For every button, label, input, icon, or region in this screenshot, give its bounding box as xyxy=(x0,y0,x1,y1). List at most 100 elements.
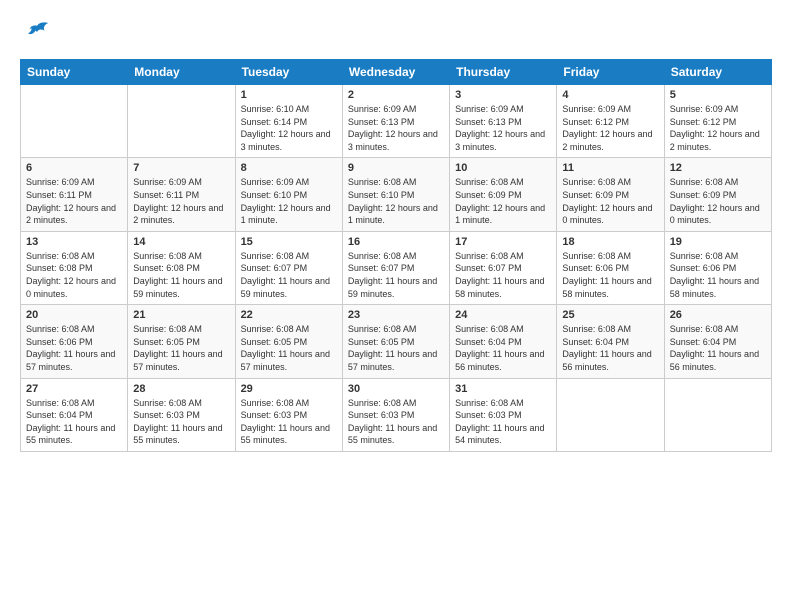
day-info: Sunrise: 6:08 AM Sunset: 6:03 PM Dayligh… xyxy=(133,397,229,447)
day-number: 9 xyxy=(348,162,444,174)
day-info: Sunrise: 6:08 AM Sunset: 6:07 PM Dayligh… xyxy=(348,250,444,300)
calendar-cell: 6 Sunrise: 6:09 AM Sunset: 6:11 PM Daylig… xyxy=(21,158,128,231)
day-info: Sunrise: 6:08 AM Sunset: 6:06 PM Dayligh… xyxy=(562,250,658,300)
page-header xyxy=(20,20,772,49)
day-info: Sunrise: 6:09 AM Sunset: 6:12 PM Dayligh… xyxy=(670,103,766,153)
day-info: Sunrise: 6:08 AM Sunset: 6:03 PM Dayligh… xyxy=(241,397,337,447)
day-info: Sunrise: 6:08 AM Sunset: 6:07 PM Dayligh… xyxy=(241,250,337,300)
day-number: 6 xyxy=(26,162,122,174)
calendar-cell: 5 Sunrise: 6:09 AM Sunset: 6:12 PM Daylig… xyxy=(664,85,771,158)
day-number: 25 xyxy=(562,309,658,321)
day-info: Sunrise: 6:08 AM Sunset: 6:08 PM Dayligh… xyxy=(133,250,229,300)
day-number: 30 xyxy=(348,383,444,395)
calendar-cell: 9 Sunrise: 6:08 AM Sunset: 6:10 PM Daylig… xyxy=(342,158,449,231)
calendar-cell: 13 Sunrise: 6:08 AM Sunset: 6:08 PM Dayli… xyxy=(21,231,128,304)
day-info: Sunrise: 6:09 AM Sunset: 6:13 PM Dayligh… xyxy=(455,103,551,153)
day-number: 19 xyxy=(670,236,766,248)
calendar-header-row: SundayMondayTuesdayWednesdayThursdayFrid… xyxy=(21,60,772,85)
calendar-cell: 24 Sunrise: 6:08 AM Sunset: 6:04 PM Dayli… xyxy=(450,305,557,378)
day-number: 23 xyxy=(348,309,444,321)
day-info: Sunrise: 6:08 AM Sunset: 6:06 PM Dayligh… xyxy=(26,323,122,373)
calendar-cell: 30 Sunrise: 6:08 AM Sunset: 6:03 PM Dayli… xyxy=(342,378,449,451)
calendar-cell: 20 Sunrise: 6:08 AM Sunset: 6:06 PM Dayli… xyxy=(21,305,128,378)
day-number: 26 xyxy=(670,309,766,321)
calendar-cell: 27Sunrise: 6:08 AM Sunset: 6:04 PM Dayli… xyxy=(21,378,128,451)
calendar-cell: 23Sunrise: 6:08 AM Sunset: 6:05 PM Dayli… xyxy=(342,305,449,378)
day-number: 21 xyxy=(133,309,229,321)
calendar-week-row: 27Sunrise: 6:08 AM Sunset: 6:04 PM Dayli… xyxy=(21,378,772,451)
day-header-monday: Monday xyxy=(128,60,235,85)
day-info: Sunrise: 6:08 AM Sunset: 6:04 PM Dayligh… xyxy=(455,323,551,373)
day-info: Sunrise: 6:09 AM Sunset: 6:11 PM Dayligh… xyxy=(26,176,122,226)
day-info: Sunrise: 6:08 AM Sunset: 6:04 PM Dayligh… xyxy=(670,323,766,373)
day-info: Sunrise: 6:08 AM Sunset: 6:04 PM Dayligh… xyxy=(562,323,658,373)
day-header-saturday: Saturday xyxy=(664,60,771,85)
calendar-cell: 29 Sunrise: 6:08 AM Sunset: 6:03 PM Dayli… xyxy=(235,378,342,451)
calendar-cell: 7Sunrise: 6:09 AM Sunset: 6:11 PM Daylig… xyxy=(128,158,235,231)
day-number: 13 xyxy=(26,236,122,248)
day-number: 12 xyxy=(670,162,766,174)
day-info: Sunrise: 6:09 AM Sunset: 6:12 PM Dayligh… xyxy=(562,103,658,153)
calendar-week-row: 13 Sunrise: 6:08 AM Sunset: 6:08 PM Dayli… xyxy=(21,231,772,304)
calendar-cell: 15 Sunrise: 6:08 AM Sunset: 6:07 PM Dayli… xyxy=(235,231,342,304)
calendar-cell: 8 Sunrise: 6:09 AM Sunset: 6:10 PM Daylig… xyxy=(235,158,342,231)
day-info: Sunrise: 6:09 AM Sunset: 6:11 PM Dayligh… xyxy=(133,176,229,226)
calendar-cell: 18 Sunrise: 6:08 AM Sunset: 6:06 PM Dayli… xyxy=(557,231,664,304)
day-header-friday: Friday xyxy=(557,60,664,85)
calendar-week-row: 6 Sunrise: 6:09 AM Sunset: 6:11 PM Daylig… xyxy=(21,158,772,231)
day-info: Sunrise: 6:08 AM Sunset: 6:10 PM Dayligh… xyxy=(348,176,444,226)
day-number: 8 xyxy=(241,162,337,174)
calendar-cell xyxy=(21,85,128,158)
day-info: Sunrise: 6:08 AM Sunset: 6:03 PM Dayligh… xyxy=(455,397,551,447)
day-info: Sunrise: 6:09 AM Sunset: 6:10 PM Dayligh… xyxy=(241,176,337,226)
day-header-thursday: Thursday xyxy=(450,60,557,85)
day-number: 11 xyxy=(562,162,658,174)
day-number: 28 xyxy=(133,383,229,395)
day-number: 5 xyxy=(670,89,766,101)
calendar-cell: 19Sunrise: 6:08 AM Sunset: 6:06 PM Dayli… xyxy=(664,231,771,304)
day-info: Sunrise: 6:08 AM Sunset: 6:04 PM Dayligh… xyxy=(26,397,122,447)
day-number: 1 xyxy=(241,89,337,101)
calendar-cell: 2Sunrise: 6:09 AM Sunset: 6:13 PM Daylig… xyxy=(342,85,449,158)
day-number: 20 xyxy=(26,309,122,321)
day-number: 29 xyxy=(241,383,337,395)
day-info: Sunrise: 6:08 AM Sunset: 6:03 PM Dayligh… xyxy=(348,397,444,447)
calendar-table: SundayMondayTuesdayWednesdayThursdayFrid… xyxy=(20,59,772,452)
day-number: 16 xyxy=(348,236,444,248)
calendar-cell xyxy=(664,378,771,451)
calendar-cell: 22Sunrise: 6:08 AM Sunset: 6:05 PM Dayli… xyxy=(235,305,342,378)
calendar-cell: 21Sunrise: 6:08 AM Sunset: 6:05 PM Dayli… xyxy=(128,305,235,378)
day-number: 10 xyxy=(455,162,551,174)
calendar-cell: 10 Sunrise: 6:08 AM Sunset: 6:09 PM Dayli… xyxy=(450,158,557,231)
calendar-cell: 26 Sunrise: 6:08 AM Sunset: 6:04 PM Dayli… xyxy=(664,305,771,378)
calendar-cell: 28 Sunrise: 6:08 AM Sunset: 6:03 PM Dayli… xyxy=(128,378,235,451)
calendar-cell: 3 Sunrise: 6:09 AM Sunset: 6:13 PM Daylig… xyxy=(450,85,557,158)
day-info: Sunrise: 6:08 AM Sunset: 6:09 PM Dayligh… xyxy=(455,176,551,226)
calendar-cell: 25 Sunrise: 6:08 AM Sunset: 6:04 PM Dayli… xyxy=(557,305,664,378)
day-number: 4 xyxy=(562,89,658,101)
day-number: 17 xyxy=(455,236,551,248)
logo xyxy=(20,20,52,49)
calendar-cell: 11 Sunrise: 6:08 AM Sunset: 6:09 PM Dayli… xyxy=(557,158,664,231)
calendar-week-row: 20 Sunrise: 6:08 AM Sunset: 6:06 PM Dayli… xyxy=(21,305,772,378)
day-number: 22 xyxy=(241,309,337,321)
calendar-cell xyxy=(128,85,235,158)
day-info: Sunrise: 6:08 AM Sunset: 6:08 PM Dayligh… xyxy=(26,250,122,300)
day-info: Sunrise: 6:08 AM Sunset: 6:07 PM Dayligh… xyxy=(455,250,551,300)
day-number: 3 xyxy=(455,89,551,101)
calendar-cell: 17 Sunrise: 6:08 AM Sunset: 6:07 PM Dayli… xyxy=(450,231,557,304)
calendar-cell: 12 Sunrise: 6:08 AM Sunset: 6:09 PM Dayli… xyxy=(664,158,771,231)
day-header-wednesday: Wednesday xyxy=(342,60,449,85)
day-number: 24 xyxy=(455,309,551,321)
day-header-sunday: Sunday xyxy=(21,60,128,85)
logo-bird-icon xyxy=(22,20,52,44)
day-number: 14 xyxy=(133,236,229,248)
calendar-cell: 31Sunrise: 6:08 AM Sunset: 6:03 PM Dayli… xyxy=(450,378,557,451)
day-info: Sunrise: 6:08 AM Sunset: 6:09 PM Dayligh… xyxy=(562,176,658,226)
day-number: 18 xyxy=(562,236,658,248)
day-info: Sunrise: 6:08 AM Sunset: 6:09 PM Dayligh… xyxy=(670,176,766,226)
day-number: 15 xyxy=(241,236,337,248)
day-header-tuesday: Tuesday xyxy=(235,60,342,85)
calendar-cell: 4 Sunrise: 6:09 AM Sunset: 6:12 PM Daylig… xyxy=(557,85,664,158)
calendar-cell: 1Sunrise: 6:10 AM Sunset: 6:14 PM Daylig… xyxy=(235,85,342,158)
